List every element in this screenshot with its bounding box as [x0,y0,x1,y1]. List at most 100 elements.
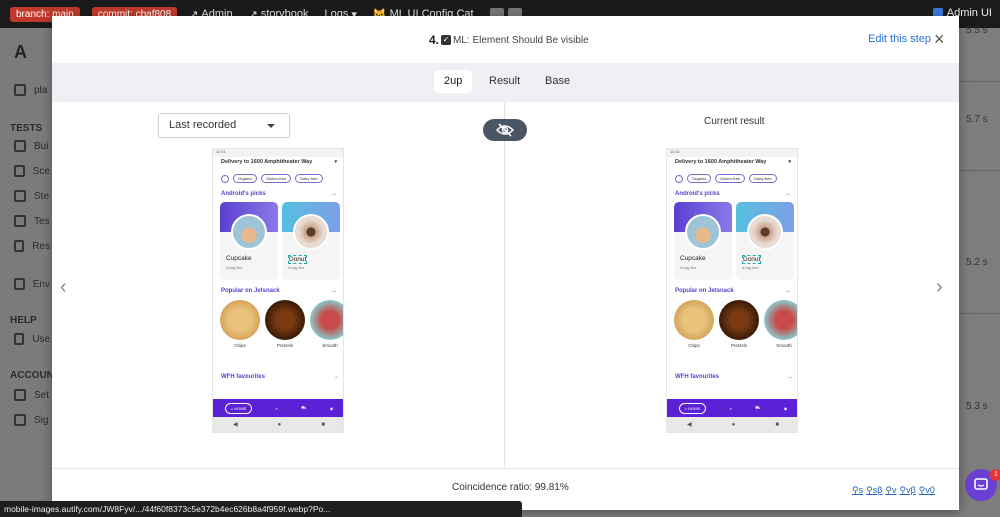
duration-value: 5.7 s [966,114,988,125]
section-title: Popular on Jetsnack [675,288,734,294]
chat-unread-badge: 1 [990,469,1000,481]
product-tag: A tag line [742,265,759,270]
section-title: Android's picks [221,191,266,197]
snack-name: Smooth [322,343,338,348]
profile-icon: ◉ [329,405,334,411]
tab-base[interactable]: Base [535,70,580,93]
sidebar-item-sign-out[interactable]: Sig [14,414,50,426]
results-icon [14,240,25,252]
smoothie-image [310,300,343,340]
app-logo: A [14,42,27,62]
section-header: WFH favourites → [675,374,793,380]
quick-link[interactable]: ⚲s [852,485,863,496]
product-card: Cupcake A tag line [220,202,278,280]
eye-off-icon [496,123,514,137]
help-icon [14,333,25,345]
app-root: branch: main commit: cbaf808 ↗ Admin ↗ s… [0,0,1000,517]
baseline-select[interactable]: Last recorded [158,113,290,138]
snack-name: Pretzels [276,343,294,348]
product-tag: A tag line [288,265,305,270]
sidebar-item-label: Set [34,389,50,401]
edit-step-link[interactable]: Edit this step [868,33,931,45]
arrow-right-icon: → [331,288,337,294]
chips-image [674,300,714,340]
settings-icon [14,389,26,401]
tab-result[interactable]: Result [479,70,530,93]
layers-icon [14,190,26,202]
cupcake-image [685,214,721,250]
tests-section-heading: TESTS [10,123,43,134]
tab-2up[interactable]: 2up [434,70,473,93]
filter-chip: Gluten-free [261,174,292,183]
product-card: Donut A tag line [282,202,340,280]
filter-chip: Dairy-free [749,174,777,183]
product-card: Cupcake A tag line [674,202,732,280]
home-icon: ● [731,421,736,428]
toggle-visibility-button[interactable] [483,119,527,141]
sidebar-item-results[interactable]: Res [14,240,50,252]
search-icon: ⌕ [729,405,732,411]
calendar-icon [14,215,26,227]
sidebar-item-label: Tes [34,215,50,227]
product-tag: A tag line [680,265,697,270]
magnifier-icon: ⚲ [852,485,859,495]
sidebar-item-steps[interactable]: Ste [14,190,50,202]
quick-link-label: v [891,485,897,495]
sidebar-item-test-plans[interactable]: Tes [14,215,50,227]
next-arrow-icon[interactable]: › [936,276,943,299]
quick-link-label: v0 [925,485,935,495]
pretzels-image [265,300,305,340]
sidebar-item-environment[interactable]: Env [14,278,50,290]
sidebar-item-label: Env [32,278,50,290]
row-divider [960,313,1000,314]
snack-item: Pretzels [265,300,305,348]
snack-name: Chips [234,343,246,348]
filter-chip: Organic [687,174,712,183]
sidebar-item-label: Res [32,240,50,252]
quick-link[interactable]: ⚲vβ [899,485,915,496]
address-text: Delivery to 1600 Amphitheater Way [675,159,767,165]
product-tag: A tag line [226,265,243,270]
prev-arrow-icon[interactable]: ‹ [60,276,67,299]
profile-icon: ◉ [783,405,788,411]
phone-status-bar: 11:01 [213,149,343,157]
chevron-down-icon: ▾ [788,159,791,165]
sidebar-item-label: Use [32,333,50,345]
magnifier-icon: ⚲ [885,485,892,495]
address-text: Delivery to 1600 Amphitheater Way [221,159,313,165]
delivery-address: Delivery to 1600 Amphitheater Way ▾ [213,157,343,171]
quick-link[interactable]: ⚲sβ [866,485,882,496]
section-title: WFH favourites [675,374,720,380]
filter-chips: Organic Gluten-free Dairy-free [667,171,797,183]
filter-chips: Organic Gluten-free Dairy-free [213,171,343,183]
android-nav-bar: ◀ ● ■ [667,417,797,432]
sidebar-item-settings[interactable]: Set [14,389,50,401]
pane-divider [504,102,505,468]
home-tab: ⌂ HOME [678,402,707,414]
phone-status-bar: 11:01 [667,149,797,157]
grid-icon [14,165,25,177]
home-label: HOME [234,405,247,411]
sidebar-item-user-guide[interactable]: Use [14,333,50,345]
view-tabs: 2up Result Base [52,63,959,102]
sidebar-item-builds[interactable]: Bui [14,140,50,152]
sidebar-item-label: Sce [32,165,50,177]
step-title: 4. ✓ ML: Element Should Be visible [429,33,589,47]
back-icon: ◀ [233,422,238,428]
close-icon[interactable]: × [934,30,945,48]
arrow-right-icon: → [785,191,791,197]
sidebar-item-project[interactable]: pla [14,84,50,96]
sidebar-item-scenarios[interactable]: Sce [14,165,50,177]
filter-icon [221,174,229,183]
quick-link[interactable]: ⚲v0 [919,485,935,496]
duration-value: 5.5 s [966,25,988,36]
section-title: Android's picks [675,191,720,197]
current-result-label: Current result [704,116,765,127]
baseline-screenshot: 11:01 Delivery to 1600 Amphitheater Way ▾… [212,148,344,433]
sidebar-item-label: pla [34,84,48,96]
filter-chip: Gluten-free [715,174,746,183]
duration-value: 5.2 s [966,257,988,268]
quick-link[interactable]: ⚲v [885,485,896,496]
caret-down-icon [267,124,275,128]
snack-name: Chips [688,343,700,348]
